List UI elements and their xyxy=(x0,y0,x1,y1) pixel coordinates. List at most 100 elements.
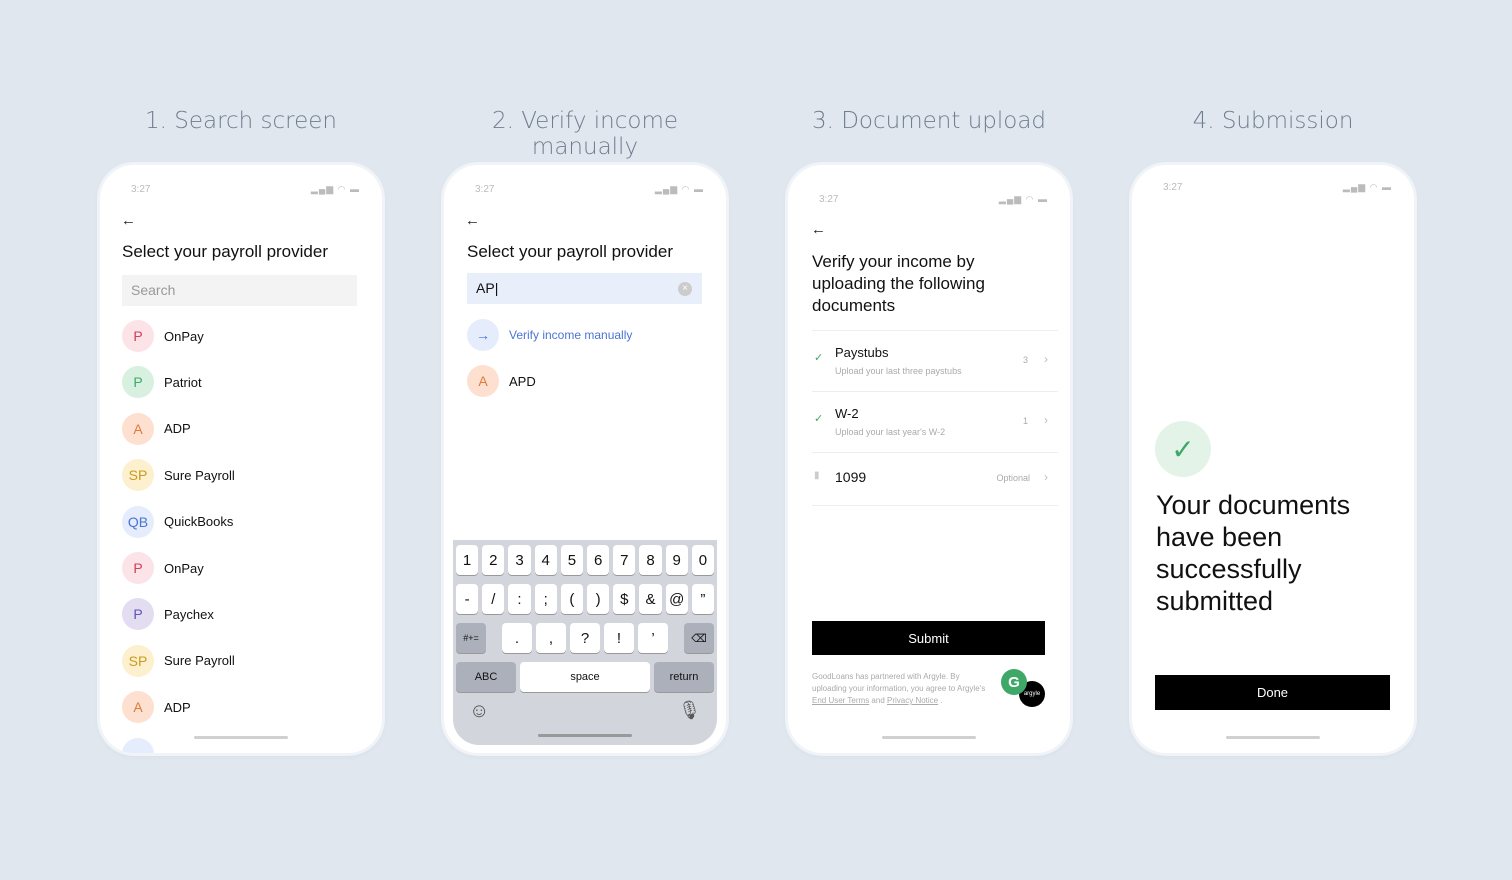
status-time: 3:27 xyxy=(475,184,495,195)
key[interactable]: ’ xyxy=(638,623,668,653)
chevron-right-icon: › xyxy=(1044,352,1048,366)
key[interactable]: - xyxy=(456,584,479,614)
key[interactable]: 8 xyxy=(639,545,662,575)
search-input[interactable]: Search xyxy=(122,275,357,306)
key[interactable]: , xyxy=(536,623,566,653)
provider-avatar: P xyxy=(122,598,154,631)
provider-name: Sure Payroll xyxy=(164,653,235,669)
key[interactable]: 4 xyxy=(534,545,557,575)
verify-manually-item[interactable]: → Verify income manually xyxy=(467,319,632,351)
back-arrow-icon[interactable]: ← xyxy=(465,212,480,229)
key[interactable]: $ xyxy=(613,584,636,614)
space-key[interactable]: space xyxy=(520,662,650,692)
document-row[interactable]: ▮ 1099 Optional › xyxy=(812,452,1058,506)
clear-icon[interactable]: × xyxy=(678,282,692,296)
search-input[interactable]: AP| xyxy=(467,273,702,304)
key[interactable]: @ xyxy=(665,584,688,614)
key[interactable]: 3 xyxy=(508,545,531,575)
document-name: Paystubs xyxy=(835,345,889,360)
success-message: Your documents have been successfully su… xyxy=(1156,490,1351,616)
provider-name: OnPay xyxy=(164,560,204,576)
provider-avatar: SP xyxy=(122,644,154,677)
key[interactable]: 6 xyxy=(587,545,610,575)
footer-and: and xyxy=(869,696,887,705)
provider-name: APD xyxy=(509,373,536,389)
provider-name: QuickBooks xyxy=(164,514,234,530)
provider-item[interactable]: P Patriot xyxy=(122,366,202,399)
goodloans-logo: G xyxy=(1001,669,1027,695)
key[interactable]: 1 xyxy=(456,545,479,575)
verify-label: Verify income manually xyxy=(509,328,633,342)
provider-item[interactable]: P Paychex xyxy=(122,598,214,631)
phone-verify-manually: 3:27 ▂▄▆ ◠ ▬ ← Select your payroll provi… xyxy=(444,165,726,753)
microphone-icon[interactable]: 🎙 xyxy=(678,700,701,721)
provider-item[interactable]: A APD xyxy=(467,365,536,397)
provider-avatar: P xyxy=(122,366,154,399)
key[interactable]: : xyxy=(508,584,531,614)
chevron-right-icon: › xyxy=(1044,470,1048,484)
provider-item[interactable]: P OnPay xyxy=(122,320,204,352)
key[interactable]: ( xyxy=(560,584,584,614)
emoji-icon[interactable]: ☺ xyxy=(469,700,489,723)
key[interactable]: 0 xyxy=(691,545,715,575)
home-indicator xyxy=(194,736,288,739)
provider-item[interactable]: A ADP xyxy=(122,691,191,724)
success-check-icon: ✓ xyxy=(1155,421,1211,477)
key[interactable]: & xyxy=(639,584,662,614)
provider-avatar xyxy=(122,738,154,753)
key[interactable]: / xyxy=(482,584,505,614)
provider-avatar: QB xyxy=(122,505,154,538)
key[interactable]: ; xyxy=(534,584,557,614)
step-heading-2: 2. Verify income manually xyxy=(491,108,679,160)
status-icons: ▂▄▆ ◠ ▬ xyxy=(310,184,360,194)
chevron-right-icon: › xyxy=(1044,413,1048,427)
terms-link[interactable]: End User Terms xyxy=(812,696,869,705)
done-button[interactable]: Done xyxy=(1155,675,1390,710)
document-row[interactable]: ✓ Paystubs Upload your last three paystu… xyxy=(812,330,1058,391)
provider-avatar: A xyxy=(467,365,499,397)
document-row[interactable]: ✓ W-2 Upload your last year's W-2 1 › xyxy=(812,391,1058,452)
provider-item[interactable]: A ADP xyxy=(122,412,191,445)
provider-avatar: A xyxy=(122,691,154,724)
provider-avatar: P xyxy=(122,320,154,352)
check-icon: ✓ xyxy=(814,413,824,425)
backspace-key[interactable]: ⌫ xyxy=(684,623,714,653)
footer-end: . xyxy=(938,696,943,705)
key[interactable]: 2 xyxy=(482,545,505,575)
page-title: Select your payroll provider xyxy=(467,242,673,261)
return-key[interactable]: return xyxy=(654,662,714,692)
document-desc: Upload your last three paystubs xyxy=(835,366,962,376)
keyboard: 1234567890 - /:;() $ & @” #+=.,?!’ ⌫ ABC space… xyxy=(453,540,717,745)
home-indicator xyxy=(882,736,976,739)
submit-button[interactable]: Submit xyxy=(812,621,1045,655)
key[interactable]: 9 xyxy=(665,545,688,575)
phone-submission: 3:27 ▂▄▆ ◠ ▬ ✓ Your documents have been … xyxy=(1132,165,1414,753)
provider-name: Sure Payroll xyxy=(164,467,235,483)
provider-avatar: SP xyxy=(122,459,154,492)
provider-name: ADP xyxy=(164,699,191,715)
provider-item[interactable]: SP Sure Payroll xyxy=(122,459,235,492)
provider-name: ADP xyxy=(164,421,191,437)
key[interactable]: ) xyxy=(587,584,610,614)
key[interactable]: 7 xyxy=(613,545,636,575)
abc-key[interactable]: ABC xyxy=(456,662,516,692)
symbols-key[interactable]: #+= xyxy=(456,623,486,653)
document-desc: Upload your last year's W-2 xyxy=(835,427,946,437)
provider-item[interactable]: P OnPay xyxy=(122,552,204,584)
status-time: 3:27 xyxy=(1163,182,1183,193)
search-value: AP xyxy=(476,280,495,296)
privacy-link[interactable]: Privacy Notice xyxy=(887,696,938,705)
status-icons: ▂▄▆ ◠ ▬ xyxy=(998,194,1048,204)
provider-item[interactable]: SP Sure Payroll xyxy=(122,644,235,677)
back-arrow-icon[interactable]: ← xyxy=(121,212,136,229)
provider-item[interactable]: QB QuickBooks xyxy=(122,505,234,538)
phone-document-upload: 3:27 ▂▄▆ ◠ ▬ ← Verify your income by upl… xyxy=(788,165,1070,753)
back-arrow-icon[interactable]: ← xyxy=(811,221,826,238)
file-icon: ▮ xyxy=(814,470,820,481)
key[interactable]: ! xyxy=(604,623,634,653)
status-time: 3:27 xyxy=(131,184,151,195)
key[interactable]: 5 xyxy=(560,545,584,575)
key[interactable]: . xyxy=(502,623,532,653)
key[interactable]: ? xyxy=(570,623,600,653)
key[interactable]: ” xyxy=(691,584,715,614)
